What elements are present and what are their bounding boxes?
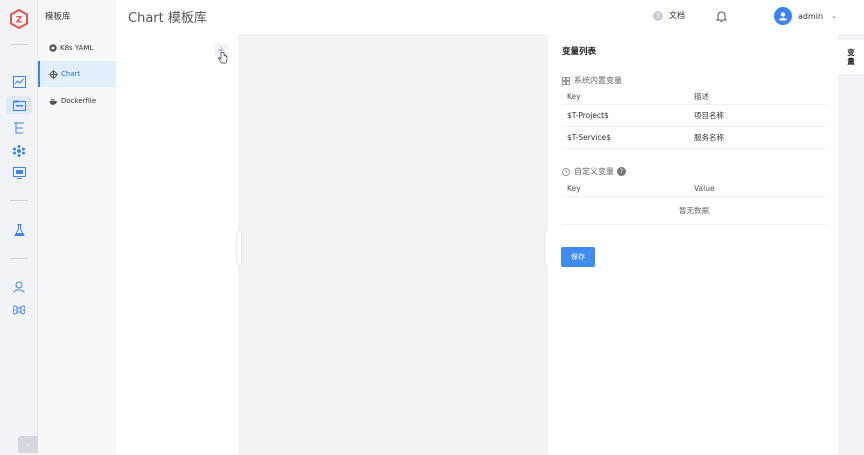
table-header: Key 描述 bbox=[562, 88, 826, 105]
chevron-left-icon: ‹ bbox=[26, 440, 30, 449]
system-variables-section: 系统内置变量 bbox=[562, 75, 622, 86]
rail-services-icon[interactable] bbox=[11, 143, 27, 159]
left-rail: Z ‹ bbox=[0, 0, 38, 455]
variables-panel: 变量列表 系统内置变量 Key 描述 $T-Project$ 项目名称 $T-S… bbox=[548, 34, 838, 455]
subnav-item-chart[interactable]: Chart bbox=[38, 61, 116, 87]
svg-text:Z: Z bbox=[16, 16, 23, 26]
subnav-item-dockerfile[interactable]: Dockerfile bbox=[38, 88, 116, 114]
bell-icon[interactable] bbox=[716, 10, 727, 22]
help-icon: ? bbox=[653, 10, 663, 21]
chevron-down-icon: ⌄ bbox=[831, 12, 837, 20]
grid-icon bbox=[562, 76, 570, 85]
chart-editor[interactable] bbox=[236, 34, 550, 455]
avatar bbox=[774, 7, 792, 25]
top-header: Chart 模板库 ? 文档 admin ⌄ bbox=[116, 0, 864, 34]
subnav-title: 模板库 bbox=[45, 12, 71, 22]
kubernetes-icon bbox=[49, 44, 57, 52]
page-title: Chart 模板库 bbox=[128, 11, 207, 26]
system-variables-label: 系统内置变量 bbox=[574, 76, 622, 85]
table-header: Key Value bbox=[562, 180, 826, 197]
tab-variables[interactable]: 变量 bbox=[838, 40, 864, 74]
subnav-item-k8s-yaml[interactable]: K8s YAML bbox=[38, 35, 116, 61]
save-button[interactable]: 保存 bbox=[561, 247, 595, 267]
rail-projects-icon[interactable] bbox=[11, 120, 27, 136]
user-icon bbox=[779, 12, 787, 21]
subnav-item-label: Dockerfile bbox=[61, 97, 97, 105]
rail-templates-icon[interactable] bbox=[6, 96, 32, 114]
rail-dashboard-icon[interactable] bbox=[11, 74, 27, 90]
rail-settings-icon[interactable] bbox=[11, 302, 27, 318]
collapse-sidebar-button[interactable]: ‹ bbox=[18, 436, 38, 453]
docs-label: 文档 bbox=[669, 11, 685, 20]
column-header-value: Value bbox=[694, 183, 715, 193]
zadig-logo-icon[interactable]: Z bbox=[9, 9, 29, 29]
template-subnav: 模板库 K8s YAML Chart Dockerfile bbox=[38, 0, 116, 455]
docker-icon bbox=[49, 98, 57, 105]
empty-state: 暂无数据 bbox=[562, 197, 826, 225]
custom-variables-label: 自定义变量 bbox=[574, 167, 614, 176]
clock-icon bbox=[562, 167, 570, 176]
custom-variables-table: Key Value 暂无数据 bbox=[562, 180, 826, 225]
user-menu[interactable]: admin ⌄ bbox=[774, 7, 837, 25]
variable-key: $T-Service$ bbox=[567, 133, 611, 142]
rail-divider bbox=[10, 44, 28, 45]
chart-file-list: + bbox=[116, 34, 238, 455]
docs-link[interactable]: ? 文档 bbox=[653, 10, 685, 21]
hand-cursor-icon bbox=[218, 52, 228, 64]
column-header-key: Key bbox=[567, 91, 581, 101]
subnav-item-label: K8s YAML bbox=[60, 44, 94, 52]
custom-variables-section: 自定义变量 ? bbox=[562, 166, 626, 177]
tab-variables-label: 变量 bbox=[847, 48, 855, 66]
rail-environments-icon[interactable] bbox=[11, 165, 27, 181]
variables-title: 变量列表 bbox=[562, 47, 597, 57]
variable-desc: 项目名称 bbox=[694, 111, 724, 120]
rail-divider bbox=[10, 200, 28, 201]
variable-key: $T-Project$ bbox=[567, 111, 609, 120]
variable-desc: 服务名称 bbox=[694, 133, 724, 142]
rail-users-icon[interactable] bbox=[11, 279, 27, 295]
helm-icon bbox=[49, 69, 58, 79]
rail-divider bbox=[10, 258, 28, 259]
left-resize-handle[interactable] bbox=[236, 230, 242, 266]
username: admin bbox=[798, 11, 824, 21]
system-variables-table: Key 描述 $T-Project$ 项目名称 $T-Service$ 服务名称 bbox=[562, 88, 826, 149]
table-row: $T-Service$ 服务名称 bbox=[562, 127, 826, 149]
column-header-key: Key bbox=[567, 183, 581, 193]
subnav-item-label: Chart bbox=[61, 70, 81, 78]
rail-testing-icon[interactable] bbox=[11, 222, 27, 238]
question-icon[interactable]: ? bbox=[617, 167, 626, 176]
column-header-desc: 描述 bbox=[694, 91, 709, 101]
table-row: $T-Project$ 项目名称 bbox=[562, 105, 826, 127]
right-side-tabs: 变量 bbox=[838, 34, 864, 455]
